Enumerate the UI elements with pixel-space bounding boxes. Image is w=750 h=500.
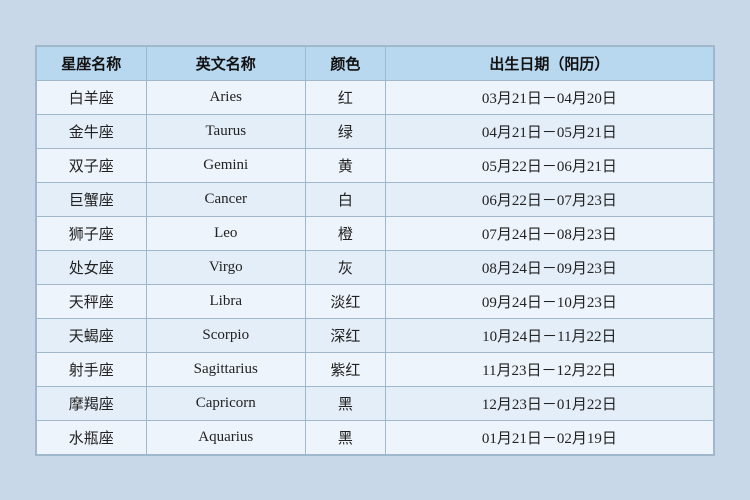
cell-date: 08月24日－09月23日 <box>385 250 713 284</box>
table-row: 金牛座Taurus绿04月21日－05月21日 <box>37 114 714 148</box>
cell-color: 黑 <box>305 386 385 420</box>
cell-date: 03月21日－04月20日 <box>385 80 713 114</box>
cell-color: 深红 <box>305 318 385 352</box>
table-row: 处女座Virgo灰08月24日－09月23日 <box>37 250 714 284</box>
header-color: 颜色 <box>305 46 385 80</box>
header-chinese: 星座名称 <box>37 46 147 80</box>
cell-date: 05月22日－06月21日 <box>385 148 713 182</box>
table-row: 摩羯座Capricorn黑12月23日－01月22日 <box>37 386 714 420</box>
cell-english: Gemini <box>146 148 305 182</box>
cell-chinese: 天秤座 <box>37 284 147 318</box>
cell-english: Scorpio <box>146 318 305 352</box>
cell-chinese: 天蝎座 <box>37 318 147 352</box>
zodiac-table: 星座名称 英文名称 颜色 出生日期（阳历） 白羊座Aries红03月21日－04… <box>36 46 714 455</box>
header-date: 出生日期（阳历） <box>385 46 713 80</box>
table-row: 白羊座Aries红03月21日－04月20日 <box>37 80 714 114</box>
cell-english: Virgo <box>146 250 305 284</box>
table-row: 水瓶座Aquarius黑01月21日－02月19日 <box>37 420 714 454</box>
cell-english: Aries <box>146 80 305 114</box>
cell-color: 灰 <box>305 250 385 284</box>
table-row: 狮子座Leo橙07月24日－08月23日 <box>37 216 714 250</box>
cell-english: Cancer <box>146 182 305 216</box>
cell-chinese: 金牛座 <box>37 114 147 148</box>
cell-color: 黑 <box>305 420 385 454</box>
cell-color: 白 <box>305 182 385 216</box>
cell-chinese: 巨蟹座 <box>37 182 147 216</box>
cell-color: 淡红 <box>305 284 385 318</box>
table-row: 巨蟹座Cancer白06月22日－07月23日 <box>37 182 714 216</box>
cell-date: 11月23日－12月22日 <box>385 352 713 386</box>
cell-chinese: 处女座 <box>37 250 147 284</box>
table-row: 双子座Gemini黄05月22日－06月21日 <box>37 148 714 182</box>
cell-date: 07月24日－08月23日 <box>385 216 713 250</box>
cell-chinese: 水瓶座 <box>37 420 147 454</box>
zodiac-table-container: 星座名称 英文名称 颜色 出生日期（阳历） 白羊座Aries红03月21日－04… <box>35 45 715 456</box>
cell-english: Aquarius <box>146 420 305 454</box>
header-english: 英文名称 <box>146 46 305 80</box>
table-row: 天秤座Libra淡红09月24日－10月23日 <box>37 284 714 318</box>
cell-chinese: 白羊座 <box>37 80 147 114</box>
cell-chinese: 狮子座 <box>37 216 147 250</box>
cell-date: 09月24日－10月23日 <box>385 284 713 318</box>
cell-english: Libra <box>146 284 305 318</box>
table-row: 射手座Sagittarius紫红11月23日－12月22日 <box>37 352 714 386</box>
cell-chinese: 摩羯座 <box>37 386 147 420</box>
cell-color: 黄 <box>305 148 385 182</box>
cell-color: 绿 <box>305 114 385 148</box>
cell-date: 12月23日－01月22日 <box>385 386 713 420</box>
cell-date: 01月21日－02月19日 <box>385 420 713 454</box>
cell-english: Sagittarius <box>146 352 305 386</box>
cell-color: 红 <box>305 80 385 114</box>
cell-chinese: 双子座 <box>37 148 147 182</box>
cell-date: 06月22日－07月23日 <box>385 182 713 216</box>
cell-english: Taurus <box>146 114 305 148</box>
cell-date: 04月21日－05月21日 <box>385 114 713 148</box>
cell-color: 橙 <box>305 216 385 250</box>
cell-color: 紫红 <box>305 352 385 386</box>
cell-english: Capricorn <box>146 386 305 420</box>
table-row: 天蝎座Scorpio深红10月24日－11月22日 <box>37 318 714 352</box>
cell-english: Leo <box>146 216 305 250</box>
table-body: 白羊座Aries红03月21日－04月20日金牛座Taurus绿04月21日－0… <box>37 80 714 454</box>
cell-chinese: 射手座 <box>37 352 147 386</box>
table-header-row: 星座名称 英文名称 颜色 出生日期（阳历） <box>37 46 714 80</box>
cell-date: 10月24日－11月22日 <box>385 318 713 352</box>
